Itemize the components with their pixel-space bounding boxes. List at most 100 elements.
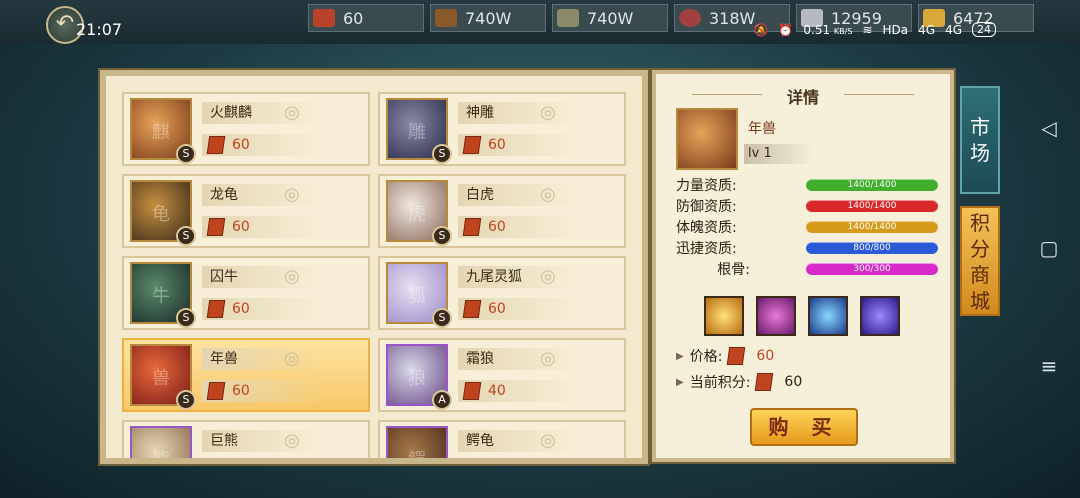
wifi-icon: ≋ (862, 22, 873, 37)
beast-price: 60 (202, 216, 322, 238)
selected-beast-portrait (676, 108, 738, 170)
shield-skill-icon[interactable] (756, 296, 796, 336)
beast-name: 神雕 (458, 102, 578, 124)
points-line: ▶ 当前积分: 60 (676, 372, 802, 392)
tab-market[interactable]: 市场 (960, 86, 1000, 194)
signal-icon: 4G (945, 22, 962, 37)
stat-row: 迅捷资质: 800/800 (676, 239, 946, 257)
beast-name: 火麒麟 (202, 102, 322, 124)
beast-portrait: 牛S (130, 262, 196, 328)
beast-card[interactable]: 麒S 火麒麟 ◎ 60 (122, 92, 370, 166)
beast-portrait: 龟S (130, 180, 196, 246)
cloud-ornament-icon: ◎ (284, 348, 300, 369)
token-icon (755, 373, 774, 391)
cloud-ornament-icon: ◎ (284, 430, 300, 451)
golden-burst-skill-icon[interactable] (704, 296, 744, 336)
claw-strike-skill-icon[interactable] (808, 296, 848, 336)
resource-value: 740W (465, 8, 512, 28)
beast-price: 60 (458, 298, 578, 320)
grade-badge: S (176, 144, 196, 164)
beast-portrait: 兽S (130, 344, 196, 410)
token-icon (206, 136, 226, 154)
stat-bar: 1400/1400 (806, 200, 938, 212)
points-label: 当前积分: (689, 375, 751, 391)
stat-bar: 1400/1400 (806, 179, 938, 191)
battery-icon: 24 (972, 22, 996, 37)
stat-label: 迅捷资质: (676, 241, 737, 257)
nav-back-icon[interactable]: ◁ (1036, 116, 1062, 140)
beast-price: 60 (458, 216, 578, 238)
beast-name: 巨熊 (202, 430, 322, 452)
points-value: 60 (784, 374, 803, 390)
price-value: 60 (756, 348, 775, 364)
beast-price: 40 (458, 380, 578, 402)
beast-name: 年兽 (202, 348, 322, 370)
beast-name: 龙龟 (202, 184, 322, 206)
top-bar: ↶ 21:07 60 740W 740W 318W 12959 6472 🔕 ⏰… (0, 0, 1080, 44)
network-speed: 0.51 KB/S (803, 22, 853, 37)
beast-card[interactable]: 牛S 囚牛 ◎ 60 (122, 256, 370, 330)
nav-home-icon[interactable]: ▢ (1036, 236, 1062, 260)
system-status: 🔕 ⏰ 0.51 KB/S ≋ HDa 4G 4G 24 (753, 22, 996, 37)
stat-bar: 1400/1400 (806, 221, 938, 233)
token-icon (206, 300, 226, 318)
hd-indicator: HDa (882, 22, 909, 37)
cloud-ornament-icon: ◎ (540, 430, 556, 451)
buy-button[interactable]: 购 买 (750, 408, 858, 446)
grade-badge: A (432, 390, 452, 410)
cloud-ornament-icon: ◎ (284, 266, 300, 287)
tab-label: 市场 (970, 115, 990, 165)
cloud-ornament-icon: ◎ (540, 184, 556, 205)
beast-name: 九尾灵狐 (458, 266, 578, 288)
token-icon (313, 9, 335, 27)
token-icon (462, 218, 482, 236)
beast-list[interactable]: 麒S 火麒麟 ◎ 60 雕S 神雕 ◎ 60 龟S 龙龟 ◎ 60 虎S 白虎 … (100, 70, 648, 464)
beast-card[interactable]: 虎S 白虎 ◎ 60 (378, 174, 626, 248)
token-icon (462, 382, 482, 400)
beast-portrait: 鳄 (386, 426, 448, 458)
beast-portrait: 狐S (386, 262, 452, 328)
grade-badge: S (432, 308, 452, 328)
nav-menu-icon[interactable]: ≡ (1036, 354, 1062, 378)
wood-icon (435, 9, 457, 27)
beast-portrait: 麒S (130, 98, 196, 164)
stone-icon (557, 9, 579, 27)
stat-row: 力量资质: 1400/1400 (676, 176, 946, 194)
grade-badge: S (432, 144, 452, 164)
token-icon (462, 300, 482, 318)
beast-card-selected[interactable]: 兽S 年兽 ◎ 60 (122, 338, 370, 412)
tab-label: 积分商城 (970, 211, 990, 313)
tab-points-shop[interactable]: 积分商城 (960, 206, 1000, 316)
beast-price: 60 (458, 134, 578, 156)
lightning-skill-icon[interactable] (860, 296, 900, 336)
mute-icon: 🔕 (753, 22, 769, 37)
stat-label: 力量资质: (676, 178, 737, 194)
stat-bar: 300/300 (806, 263, 938, 275)
token-icon (462, 136, 482, 154)
beast-card[interactable]: 狼A 霜狼 ◎ 40 (378, 338, 626, 412)
beast-price: 60 (202, 380, 322, 402)
beast-price: 60 (202, 134, 322, 156)
meat-icon (679, 9, 701, 27)
beast-portrait: 狼A (386, 344, 452, 410)
beast-card[interactable]: 熊 巨熊 ◎ (122, 420, 370, 458)
selected-beast-level: lv 1 (744, 144, 814, 164)
cloud-ornament-icon: ◎ (540, 102, 556, 123)
resource-value: 318W (709, 8, 756, 28)
detail-title: 详情 (786, 88, 819, 107)
beast-card[interactable]: 鳄 鳄龟 ◎ (378, 420, 626, 458)
token-icon (727, 347, 746, 365)
cloud-ornament-icon: ◎ (540, 266, 556, 287)
stat-row: 体魄资质: 1400/1400 (676, 218, 946, 236)
beast-card[interactable]: 狐S 九尾灵狐 ◎ 60 (378, 256, 626, 330)
token-icon (206, 218, 226, 236)
beast-card[interactable]: 龟S 龙龟 ◎ 60 (122, 174, 370, 248)
alarm-icon: ⏰ (778, 22, 794, 37)
resource-value: 740W (587, 8, 634, 28)
beast-name: 霜狼 (458, 348, 578, 370)
beast-card[interactable]: 雕S 神雕 ◎ 60 (378, 92, 626, 166)
bullet-arrow-icon: ▶ (676, 350, 684, 362)
stat-label: 防御资质: (676, 199, 737, 215)
resource-stone: 740W (552, 4, 668, 32)
beast-price: 60 (202, 298, 322, 320)
